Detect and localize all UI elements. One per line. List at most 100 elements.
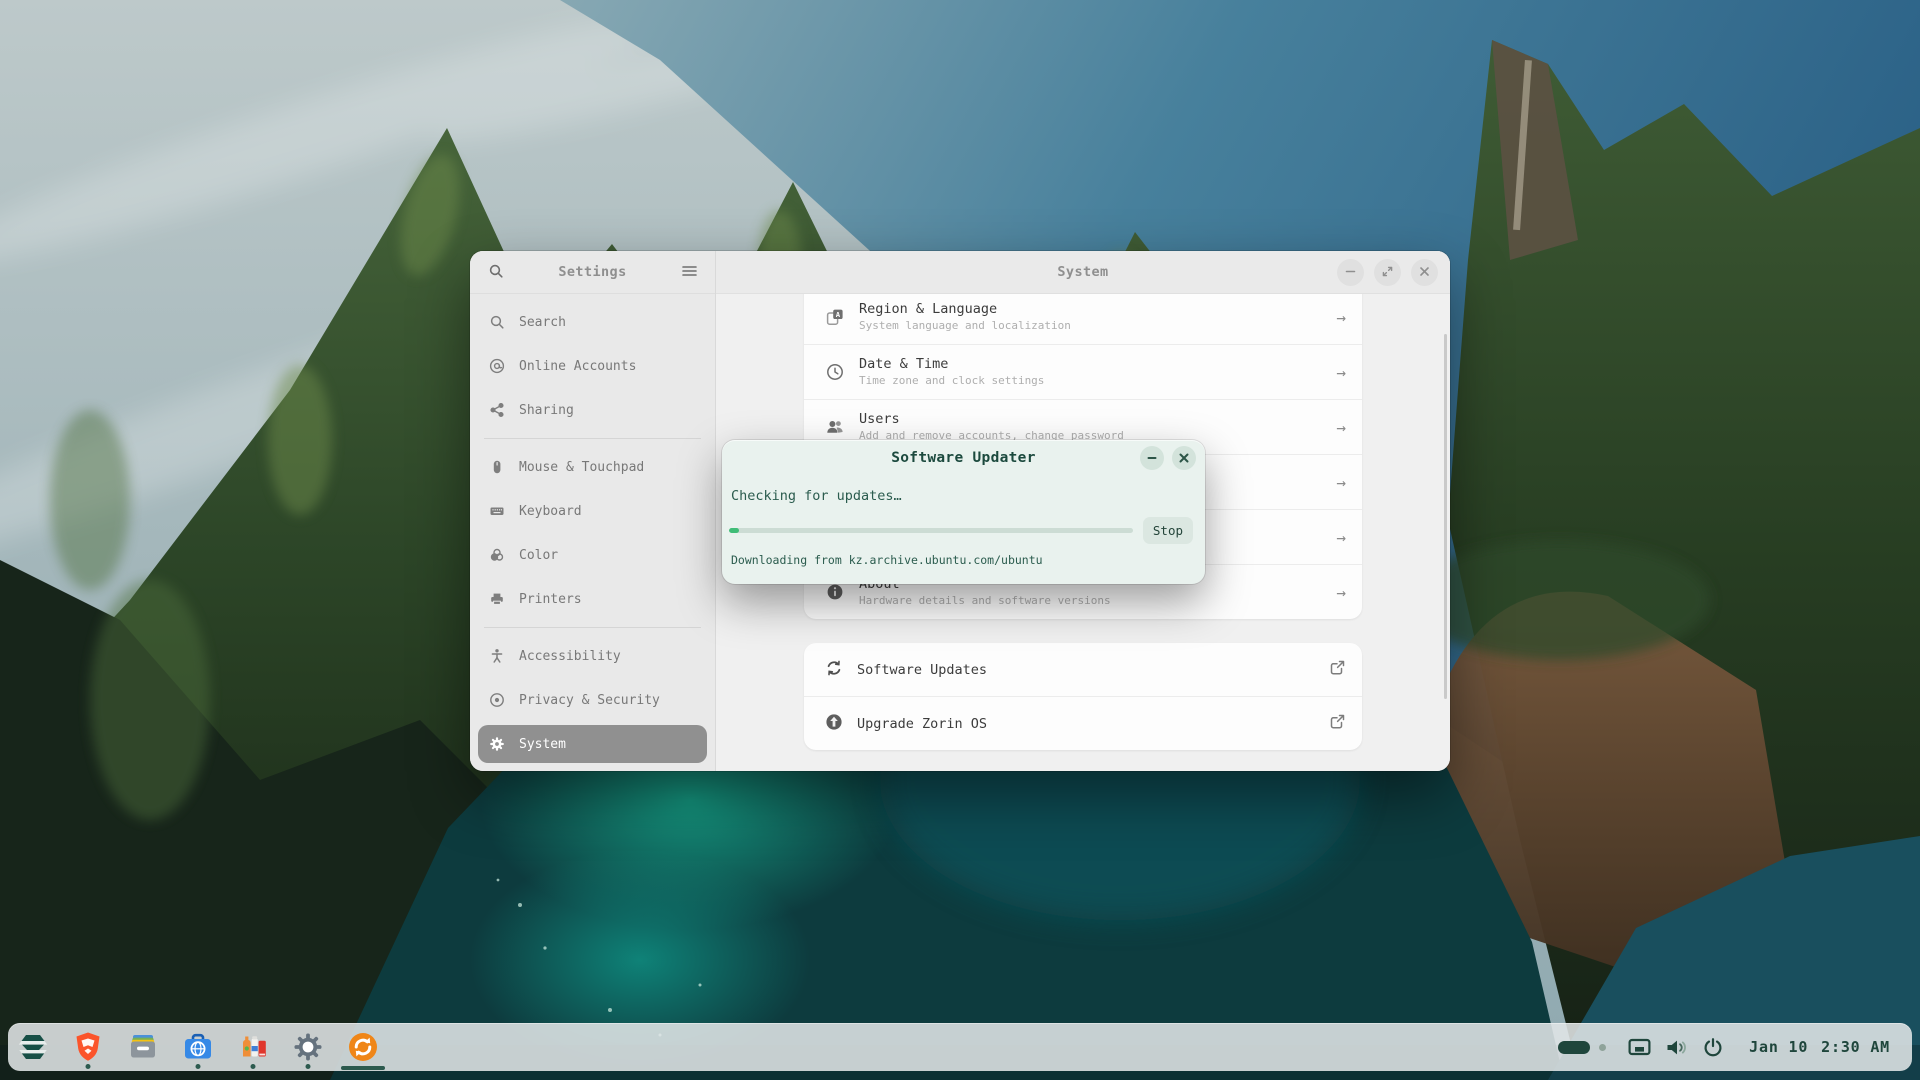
minimize-icon xyxy=(1345,265,1356,280)
dialog-minimize-button[interactable] xyxy=(1140,446,1164,470)
date-label: Jan 10 xyxy=(1749,1038,1808,1056)
sidebar-item-sharing[interactable]: Sharing xyxy=(478,388,707,432)
row-title: Users xyxy=(859,412,1323,427)
running-indicator xyxy=(306,1064,311,1069)
software-store-icon xyxy=(180,1029,216,1065)
search-button[interactable] xyxy=(483,259,509,285)
files-icon xyxy=(125,1029,161,1065)
progress-fill xyxy=(729,528,739,533)
close-button[interactable] xyxy=(1411,259,1438,286)
close-icon xyxy=(1179,451,1189,466)
sidebar-window-title: Settings xyxy=(509,264,676,280)
volume-icon[interactable] xyxy=(1665,1038,1689,1057)
updater-detail-text: Downloading from kz.archive.ubuntu.com/u… xyxy=(731,553,1196,567)
taskbar-software-store-button[interactable] xyxy=(180,1023,216,1071)
scrollbar[interactable] xyxy=(1444,334,1447,699)
running-indicator xyxy=(86,1064,91,1069)
main-menu-button[interactable] xyxy=(676,259,702,285)
window-controls xyxy=(1337,259,1438,286)
taskbar-files-button[interactable] xyxy=(125,1023,161,1071)
sidebar-item-label: Accessibility xyxy=(519,649,621,664)
running-indicator xyxy=(196,1064,201,1069)
battery-indicator[interactable] xyxy=(1558,1041,1590,1054)
row-upgrade-zorin-os[interactable]: Upgrade Zorin OS xyxy=(804,696,1362,750)
color-icon xyxy=(488,547,506,563)
power-icon[interactable] xyxy=(1703,1037,1723,1057)
row-software-updates[interactable]: Software Updates xyxy=(804,643,1362,696)
settings-sidebar: Settings Search xyxy=(470,251,716,771)
sidebar-item-label: Printers xyxy=(519,592,582,607)
taskbar-settings-button[interactable] xyxy=(290,1023,326,1071)
sidebar-item-label: Search xyxy=(519,315,566,330)
updater-headerbar: Software Updater xyxy=(722,440,1205,476)
taskbar-software-updater-button[interactable] xyxy=(345,1023,381,1071)
sidebar-item-system[interactable]: System xyxy=(478,725,707,763)
brave-browser-icon xyxy=(70,1029,106,1065)
close-icon xyxy=(1419,265,1430,280)
zorin-logo-icon xyxy=(15,1029,51,1065)
time-label: 2:30 AM xyxy=(1821,1038,1890,1056)
software-updater-dialog: Software Updater Checking for updates… xyxy=(722,440,1205,584)
stop-button[interactable]: Stop xyxy=(1143,517,1193,544)
updater-status-text: Checking for updates… xyxy=(731,488,1196,504)
sidebar-item-online-accounts[interactable]: Online Accounts xyxy=(478,344,707,388)
minimize-button[interactable] xyxy=(1337,259,1364,286)
row-subtitle: Hardware details and software versions xyxy=(859,595,1323,607)
printer-icon xyxy=(488,591,506,607)
sidebar-divider xyxy=(484,627,701,628)
row-date-time[interactable]: Date & Time Time zone and clock settings… xyxy=(804,344,1362,399)
active-indicator xyxy=(341,1066,385,1070)
svg-text:A: A xyxy=(836,310,841,319)
external-link-icon xyxy=(1329,713,1346,734)
info-icon xyxy=(824,582,846,602)
region-language-icon: A xyxy=(824,307,846,327)
updater-progress-row: Stop xyxy=(729,517,1193,544)
taskbar-bottles-button[interactable] xyxy=(235,1023,271,1071)
link-label: Software Updates xyxy=(857,662,1316,678)
clock[interactable]: Jan 10 2:30 AM xyxy=(1749,1038,1890,1056)
sidebar-item-accessibility[interactable]: Accessibility xyxy=(478,634,707,678)
search-icon xyxy=(488,263,504,282)
main-headerbar: System xyxy=(716,251,1450,294)
row-title: Region & Language xyxy=(859,302,1323,317)
chevron-right-icon: → xyxy=(1336,308,1346,327)
sidebar-item-privacy-security[interactable]: Privacy & Security xyxy=(478,678,707,722)
external-links-card: Software Updates xyxy=(804,643,1362,750)
users-icon xyxy=(824,417,846,437)
row-region-language[interactable]: A Region & Language System language and … xyxy=(804,294,1362,344)
taskbar-apps xyxy=(8,1023,381,1071)
software-updater-icon xyxy=(345,1029,381,1065)
refresh-icon xyxy=(824,658,844,682)
chevron-right-icon: → xyxy=(1336,363,1346,382)
taskbar: Jan 10 2:30 AM xyxy=(8,1023,1912,1071)
chevron-right-icon: → xyxy=(1336,528,1346,547)
link-label: Upgrade Zorin OS xyxy=(857,716,1316,732)
maximize-icon xyxy=(1382,265,1393,280)
sidebar-item-mouse-touchpad[interactable]: Mouse & Touchpad xyxy=(478,445,707,489)
sidebar-item-printers[interactable]: Printers xyxy=(478,577,707,621)
maximize-button[interactable] xyxy=(1374,259,1401,286)
dialog-close-button[interactable] xyxy=(1172,446,1196,470)
sidebar-item-label: Online Accounts xyxy=(519,359,636,374)
sidebar-item-search[interactable]: Search xyxy=(478,300,707,344)
sidebar-nav: Search Online Accounts xyxy=(470,294,715,766)
sidebar-item-keyboard[interactable]: Keyboard xyxy=(478,489,707,533)
upgrade-icon xyxy=(824,712,844,736)
sidebar-item-color[interactable]: Color xyxy=(478,533,707,577)
sidebar-item-label: System xyxy=(519,737,566,752)
gear-icon xyxy=(488,736,506,752)
bottles-icon xyxy=(235,1029,271,1065)
keyboard-icon xyxy=(488,503,506,519)
desktop: Settings Search xyxy=(0,0,1920,1080)
taskbar-brave-button[interactable] xyxy=(70,1023,106,1071)
sidebar-item-label: Keyboard xyxy=(519,504,582,519)
row-title: Date & Time xyxy=(859,357,1323,372)
dialog-window-controls xyxy=(1140,446,1196,470)
chevron-right-icon: → xyxy=(1336,418,1346,437)
system-tray: Jan 10 2:30 AM xyxy=(1558,1037,1912,1057)
taskbar-zorin-menu-button[interactable] xyxy=(15,1023,51,1071)
share-icon xyxy=(488,402,506,418)
network-icon[interactable] xyxy=(1628,1038,1651,1057)
chevron-right-icon: → xyxy=(1336,583,1346,602)
progress-bar xyxy=(729,528,1133,533)
